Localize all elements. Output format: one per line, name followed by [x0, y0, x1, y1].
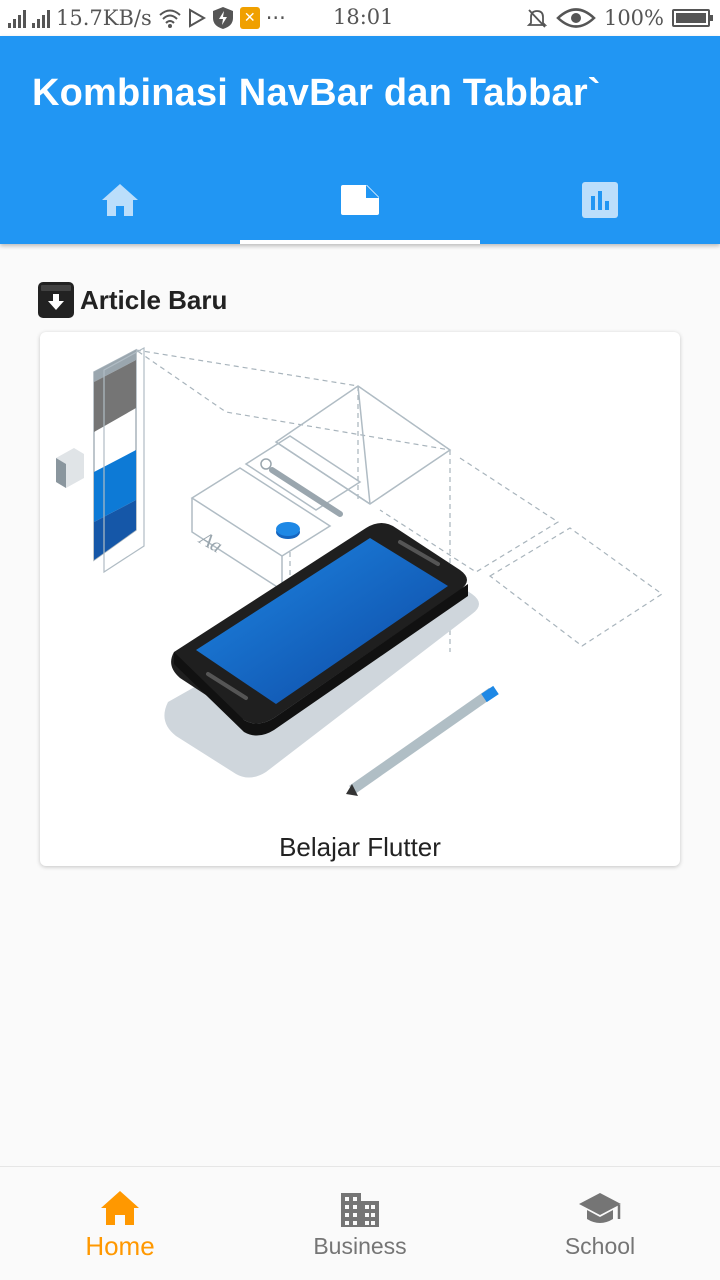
section-header: Article Baru [38, 282, 227, 318]
nav-label-home: Home [85, 1231, 155, 1261]
tab-bar [0, 156, 720, 244]
more-notifications-icon: ··· [265, 6, 286, 30]
bottom-navigation: Home Business School [0, 1166, 720, 1280]
tab-note[interactable] [240, 156, 480, 244]
mute-bell-icon [526, 9, 548, 28]
signal-icon [8, 8, 26, 28]
school-icon [579, 1193, 621, 1223]
signal-icon [32, 8, 50, 28]
nav-label-business: Business [313, 1233, 407, 1259]
card-caption: Belajar Flutter [279, 832, 441, 862]
tab-indicator [240, 240, 480, 244]
tab-chart[interactable] [480, 156, 720, 244]
battery-icon [672, 9, 713, 27]
home-icon [102, 184, 138, 216]
nav-item-home[interactable]: Home [0, 1167, 240, 1280]
chart-icon [582, 182, 618, 218]
app-bar: Kombinasi NavBar dan Tabbar` [0, 36, 720, 244]
nav-item-business[interactable]: Business [240, 1167, 480, 1280]
eye-icon [556, 8, 596, 28]
app-badge-icon: ✕ [239, 7, 260, 29]
battery-percent: 100% [603, 6, 664, 30]
tab-home[interactable] [0, 156, 240, 244]
phone-illustration: Aa [56, 346, 664, 796]
net-speed: 15.7KB/s [56, 6, 152, 30]
nav-label-school: School [564, 1233, 636, 1259]
section-title: Article Baru [80, 284, 228, 315]
page-title: Kombinasi NavBar dan Tabbar` [32, 72, 601, 114]
nav-item-school[interactable]: School [480, 1167, 720, 1280]
clock: 18:01 [333, 5, 394, 29]
article-card[interactable]: Aa Belajar Flutter [40, 332, 680, 866]
wifi-icon [159, 9, 181, 28]
note-icon [341, 185, 379, 215]
svg-text:Aa: Aa [194, 526, 226, 557]
shield-icon [212, 7, 233, 29]
status-bar: 15.7KB/s ✕ ··· 18:01 100% [0, 0, 720, 36]
business-icon [341, 1193, 379, 1227]
play-store-icon [188, 8, 206, 28]
archive-icon [38, 282, 74, 318]
home-icon [101, 1191, 139, 1225]
